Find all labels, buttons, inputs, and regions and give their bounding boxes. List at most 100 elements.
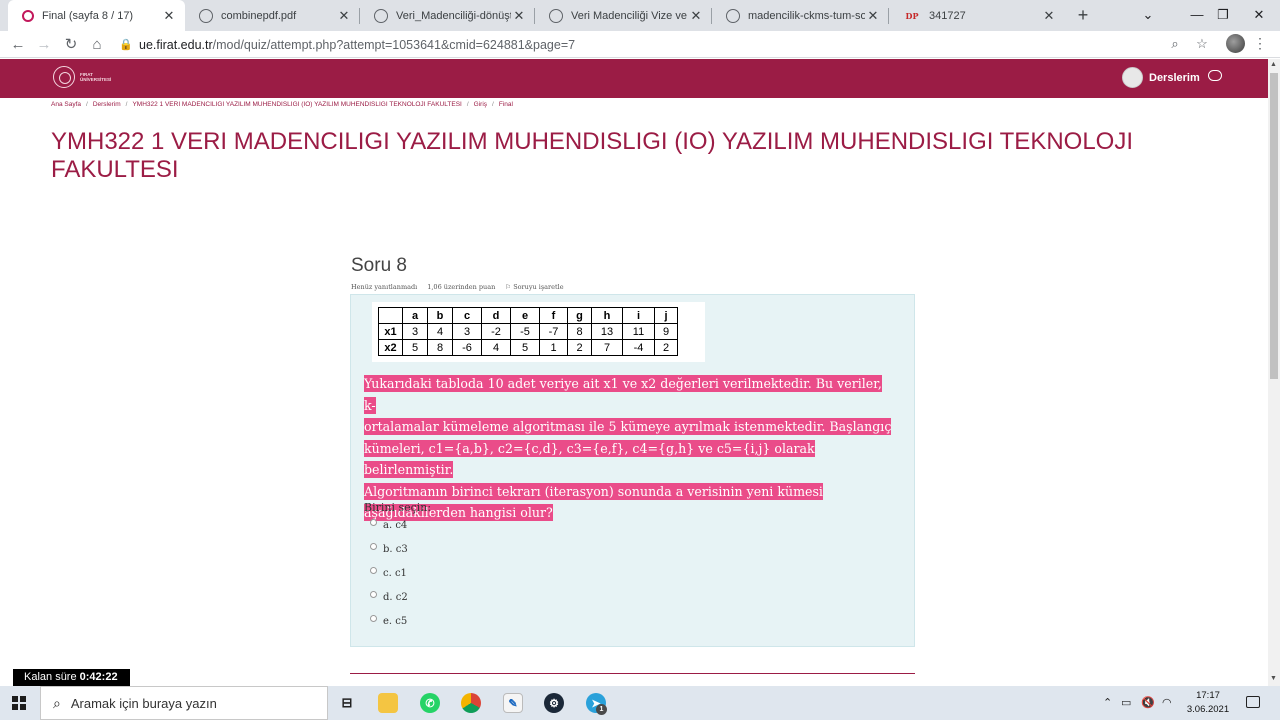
breadcrumb-courses[interactable]: Derslerim <box>93 101 121 108</box>
close-icon[interactable]: ✕ <box>865 8 881 24</box>
tab-veri-madenciligi-donusturu[interactable]: Veri_Madenciliği-dönüştürü ✕ <box>360 0 535 31</box>
answer-option-a[interactable]: a. c4 <box>370 519 408 531</box>
search-placeholder: Aramak için buraya yazın <box>70 695 217 711</box>
user-menu-label[interactable]: Derslerim <box>1149 72 1200 84</box>
whatsapp-icon[interactable]: ✆ <box>420 693 440 713</box>
question-text-line: Algoritmanın birinci tekrarı (iterasyon)… <box>364 482 823 500</box>
browser-toolbar: ← → ↻ ⌂ 🔒 ue.firat.edu.tr/mod/quiz/attem… <box>0 31 1280 58</box>
timer-label: Kalan süre <box>24 671 77 683</box>
radio-button[interactable] <box>370 591 377 598</box>
tab-title: combinepdf.pdf <box>221 9 297 22</box>
reload-icon[interactable]: ↻ <box>60 34 82 56</box>
question-text: Yukarıdaki tabloda 10 adet veriye ait x1… <box>364 373 894 524</box>
avatar[interactable] <box>1122 67 1143 88</box>
user-menu[interactable]: Derslerim <box>1122 67 1200 88</box>
back-arrow-icon[interactable]: ← <box>7 34 29 56</box>
clock-time: 17:17 <box>1196 690 1220 701</box>
action-center-icon[interactable] <box>1246 696 1260 708</box>
scroll-up-icon[interactable]: ▲ <box>1270 61 1277 68</box>
tab-combinepdf[interactable]: combinepdf.pdf ✕ <box>185 0 360 31</box>
question-points: 1,06 üzerinden puan <box>427 283 496 291</box>
lock-icon: 🔒 <box>119 39 133 51</box>
battery-icon[interactable]: ▭ <box>1121 696 1131 709</box>
wifi-icon[interactable]: ◠ <box>1162 696 1172 709</box>
question-content: a b c d e f g h i j x1 3 4 3 -2 -5 -7 8 … <box>350 294 915 647</box>
close-window-button[interactable]: ✕ <box>1236 0 1280 31</box>
table-cell: 1 <box>539 339 568 356</box>
close-icon[interactable]: ✕ <box>1041 8 1057 24</box>
scrollbar-thumb[interactable] <box>1270 73 1278 379</box>
new-tab-button[interactable]: + <box>1072 4 1094 26</box>
menu-kebab-icon[interactable]: ⋮ <box>1253 34 1267 53</box>
globe-icon <box>549 8 563 23</box>
globe-icon <box>374 8 388 23</box>
tab-vize-final[interactable]: Veri Madenciliği Vize ve Fina ✕ <box>535 0 712 31</box>
flag-question-link[interactable]: ⚐ Soruyu işaretle <box>505 283 563 291</box>
breadcrumb-course[interactable]: YMH322 1 VERI MADENCILIGI YAZILIM MUHEND… <box>132 101 461 108</box>
tab-quiz[interactable]: Final (sayfa 8 / 17) ✕ <box>8 0 185 31</box>
answer-label: d. c2 <box>383 592 408 603</box>
table-cell: x2 <box>378 339 403 356</box>
scroll-down-icon[interactable]: ▼ <box>1270 675 1277 682</box>
breadcrumb-home[interactable]: Ana Sayfa <box>51 101 81 108</box>
choose-label: Birini seçin: <box>364 501 432 514</box>
question-meta: Henüz yanıtlanmadı 1,06 üzerinden puan ⚐… <box>351 283 564 291</box>
table-cell: 4 <box>481 339 511 356</box>
system-clock[interactable]: 17:17 3.06.2021 <box>1185 689 1231 717</box>
answer-option-d[interactable]: d. c2 <box>370 591 408 603</box>
tab-title: Veri Madenciliği Vize ve Fina <box>571 9 688 22</box>
breadcrumb-quiz[interactable]: Final <box>499 101 513 108</box>
data-table-image: a b c d e f g h i j x1 3 4 3 -2 -5 -7 8 … <box>372 302 705 362</box>
site-header: FIRAT ÜNİVERSİTESİ Derslerim <box>0 59 1268 98</box>
profile-avatar[interactable] <box>1226 34 1245 53</box>
close-icon[interactable]: ✕ <box>688 8 704 24</box>
close-icon[interactable]: ✕ <box>161 8 177 24</box>
answer-option-c[interactable]: c. c1 <box>370 567 407 579</box>
radio-button[interactable] <box>370 567 377 574</box>
tab-title: Veri_Madenciliği-dönüştürü <box>396 9 511 22</box>
breadcrumb-section[interactable]: Giriş <box>474 101 487 108</box>
radio-button[interactable] <box>370 615 377 622</box>
zoom-icon[interactable]: ⌕ <box>1165 34 1185 54</box>
seal-icon <box>53 66 75 88</box>
pdf-app-icon[interactable]: ✎ <box>503 693 523 713</box>
answer-option-b[interactable]: b. c3 <box>370 543 408 555</box>
table-cell: 7 <box>591 339 623 356</box>
university-logo[interactable]: FIRAT ÜNİVERSİTESİ <box>53 66 111 88</box>
task-view-icon[interactable]: ⊟ <box>337 693 357 713</box>
close-icon[interactable]: ✕ <box>336 8 352 24</box>
table-cell: b <box>427 307 453 324</box>
question-text-line: ortalamalar kümeleme algoritması ile 5 k… <box>364 418 892 435</box>
windows-start-icon[interactable] <box>12 696 26 710</box>
address-bar[interactable]: 🔒 ue.firat.edu.tr/mod/quiz/attempt.php?a… <box>113 33 1215 56</box>
table-cell: h <box>591 307 623 324</box>
answer-label: a. c4 <box>383 520 408 531</box>
tab-search-button[interactable]: ⌄ <box>1125 0 1171 31</box>
close-icon[interactable]: ✕ <box>511 8 527 24</box>
flag-icon: ⚐ <box>505 283 512 291</box>
page-scrollbar[interactable]: ▲ ▼ <box>1268 59 1280 686</box>
answer-option-e[interactable]: e. c5 <box>370 615 407 627</box>
tab-madencilik-ckms[interactable]: madencilik-ckms-tum-sorul ✕ <box>712 0 889 31</box>
globe-icon <box>726 8 740 23</box>
forward-arrow-icon[interactable]: → <box>33 34 55 56</box>
tab-341727[interactable]: DP 341727 ✕ <box>889 0 1065 31</box>
taskbar-search-box[interactable]: ⌕ Aramak için buraya yazın <box>40 686 328 720</box>
table-cell: x1 <box>378 323 403 340</box>
file-explorer-icon[interactable] <box>378 693 398 713</box>
bookmark-star-icon[interactable]: ☆ <box>1192 34 1212 54</box>
steam-icon[interactable]: ⚙ <box>544 693 564 713</box>
page-title: YMH322 1 VERI MADENCILIGI YAZILIM MUHEND… <box>51 128 1134 183</box>
radio-button[interactable] <box>370 519 377 526</box>
table-cell: a <box>402 307 428 324</box>
message-icon[interactable] <box>1208 70 1222 81</box>
chrome-icon[interactable] <box>461 693 481 713</box>
radio-button[interactable] <box>370 543 377 550</box>
dp-icon: DP <box>905 10 919 21</box>
home-icon[interactable]: ⌂ <box>86 34 108 56</box>
table-cell: j <box>654 307 678 324</box>
volume-muted-icon[interactable]: 🔇 <box>1141 696 1155 709</box>
chevron-up-icon[interactable]: ⌃ <box>1103 696 1112 709</box>
question-info: Soru 8 Henüz yanıtlanmadı 1,06 üzerinden… <box>351 255 564 291</box>
table-cell: 13 <box>591 323 623 340</box>
